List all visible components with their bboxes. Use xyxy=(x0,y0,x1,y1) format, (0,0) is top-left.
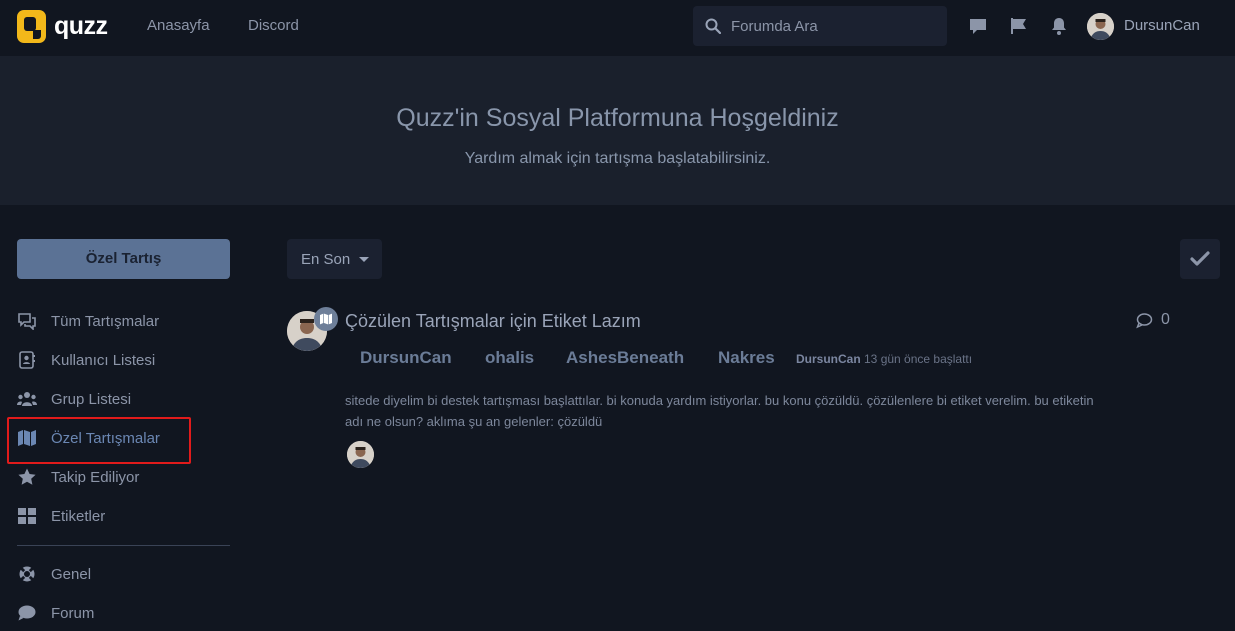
reply-count-value: 0 xyxy=(1161,311,1170,328)
reply-count: 0 xyxy=(1136,311,1170,329)
address-book-icon xyxy=(19,351,35,369)
sidebar-item-user-list[interactable]: Kullanıcı Listesi xyxy=(17,349,155,371)
header-username[interactable]: DursunCan xyxy=(1124,17,1200,34)
sidebar-item-label: Etiketler xyxy=(51,507,106,525)
mark-all-read-button[interactable] xyxy=(1180,239,1220,279)
private-discussion-badge xyxy=(314,307,338,331)
discussion-title[interactable]: Çözülen Tartışmalar için Etiket Lazım xyxy=(345,311,641,332)
sidebar-item-label: Grup Listesi xyxy=(51,390,132,408)
users-icon xyxy=(17,392,37,406)
sidebar-item-group-list[interactable]: Grup Listesi xyxy=(17,388,131,410)
discussion-meta: DursunCan 13 gün önce başlattı xyxy=(796,352,972,366)
sort-dropdown[interactable]: En Son xyxy=(287,239,382,279)
meta-author[interactable]: DursunCan xyxy=(796,352,861,366)
logo-text: quzz xyxy=(54,12,108,40)
recipient-link[interactable]: Nakres xyxy=(718,348,775,368)
hero-title: Quzz'in Sosyal Platformuna Hoşgeldiniz xyxy=(396,104,839,132)
recipient-link[interactable]: DursunCan xyxy=(360,348,452,368)
site-logo[interactable]: quzz xyxy=(17,10,108,43)
sidebar-item-all-discussions[interactable]: Tüm Tartışmalar xyxy=(17,310,159,332)
welcome-hero: Quzz'in Sosyal Platformuna Hoşgeldiniz Y… xyxy=(0,56,1235,205)
hero-subtitle: Yardım almak için tartışma başlatabilirs… xyxy=(464,150,771,167)
sidebar-tag-genel[interactable]: Genel xyxy=(17,563,91,585)
grid-icon xyxy=(18,508,36,524)
map-icon xyxy=(320,313,332,325)
search-icon xyxy=(705,18,721,34)
bell-icon[interactable] xyxy=(1049,16,1069,36)
recipient-link[interactable]: AshesBeneath xyxy=(566,348,684,368)
sidebar-item-label: Kullanıcı Listesi xyxy=(51,351,156,369)
sidebar-item-following[interactable]: Takip Ediliyor xyxy=(17,466,139,488)
sidebar-item-label: Forum xyxy=(51,604,95,622)
comment-icon xyxy=(18,605,36,621)
sidebar-divider xyxy=(17,545,230,546)
star-icon xyxy=(18,468,36,485)
participant-avatar[interactable] xyxy=(347,441,374,468)
sidebar-item-tags[interactable]: Etiketler xyxy=(17,505,105,527)
check-icon xyxy=(1190,251,1210,266)
lifebuoy-icon xyxy=(19,566,35,582)
top-header: quzz Anasayfa Discord DursunCan xyxy=(0,0,1235,56)
messages-icon[interactable] xyxy=(968,16,988,36)
caret-down-icon xyxy=(359,256,370,262)
flag-icon[interactable] xyxy=(1009,16,1029,36)
sidebar-tag-forum[interactable]: Forum xyxy=(17,602,94,624)
logo-mark-icon xyxy=(17,10,46,43)
search-input[interactable] xyxy=(731,17,931,35)
sidebar-item-label: Tüm Tartışmalar xyxy=(51,312,160,330)
comments-icon xyxy=(18,313,36,330)
nav-link-discord[interactable]: Discord xyxy=(248,17,299,34)
selection-highlight xyxy=(7,417,191,464)
start-private-discussion-button[interactable]: Özel Tartış xyxy=(17,239,230,279)
sidebar-item-label: Takip Ediliyor xyxy=(51,468,140,486)
search-box[interactable] xyxy=(693,6,947,46)
user-avatar[interactable] xyxy=(1087,13,1114,40)
discussion-excerpt: sitede diyelim bi destek tartışması başl… xyxy=(345,393,1094,429)
meta-time: 13 gün önce başlattı xyxy=(860,352,973,366)
sort-label: En Son xyxy=(301,250,351,268)
recipient-link[interactable]: ohalis xyxy=(485,348,534,368)
nav-link-anasayfa[interactable]: Anasayfa xyxy=(147,17,210,34)
sidebar-item-label: Genel xyxy=(51,565,92,583)
comment-outline-icon xyxy=(1136,312,1153,328)
